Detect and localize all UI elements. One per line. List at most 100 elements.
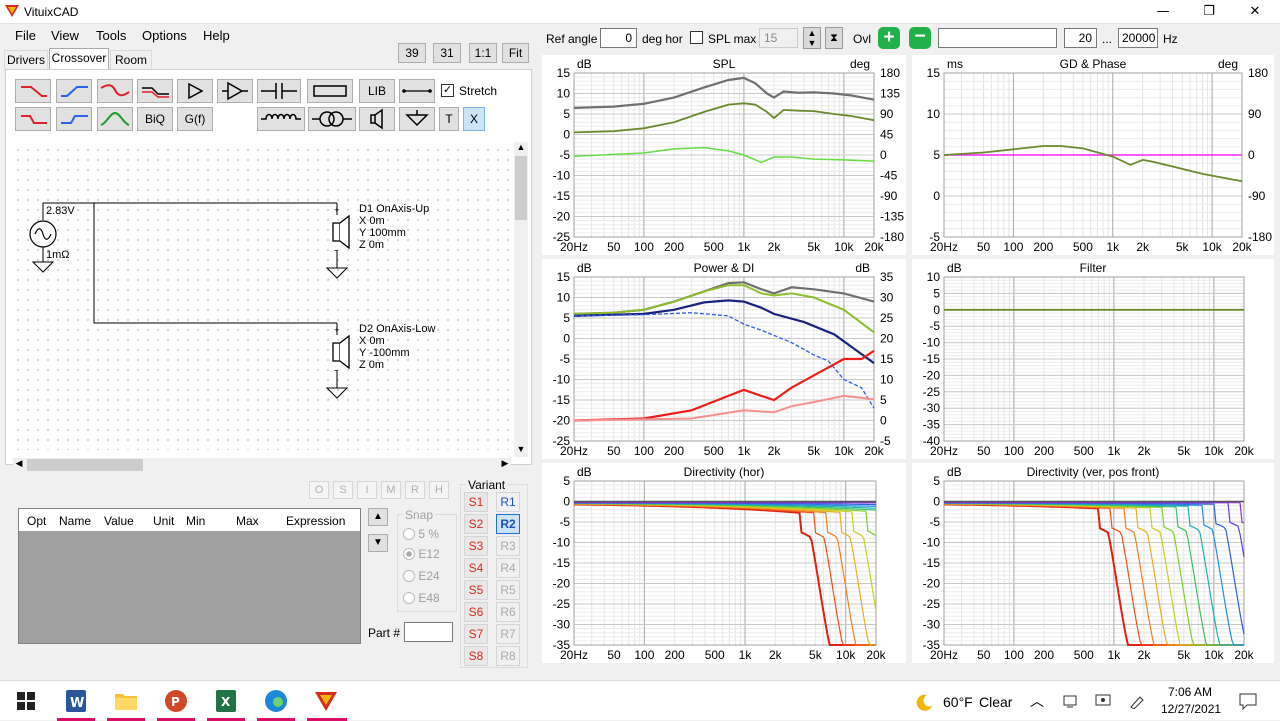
part-number-input[interactable]	[404, 622, 453, 642]
windows-start-icon[interactable]	[12, 687, 40, 715]
col-value[interactable]: Value	[104, 514, 134, 528]
variant-s1-button[interactable]: S1	[464, 492, 488, 512]
variant-s8-button[interactable]: S8	[464, 646, 488, 666]
dirh-y-tick-label: 0	[563, 495, 570, 509]
snap-option-e48[interactable]: E48	[403, 591, 440, 605]
power-y2-tick-label: 25	[880, 311, 894, 325]
spl-chart-svg: 151050-5-10-15-20-2518013590450-45-90-13…	[553, 57, 905, 254]
vscroll-thumb[interactable]	[515, 156, 527, 220]
power-y-tick-label: -5	[559, 352, 570, 366]
variant-s5-button[interactable]: S5	[464, 580, 488, 600]
parameter-table[interactable]: Opt Name Value Unit Min Max Expression	[18, 508, 361, 644]
overlay-add-button[interactable]: +	[878, 27, 900, 49]
variant-r2-button[interactable]: R2	[496, 514, 520, 534]
variant-s4-button[interactable]: S4	[464, 558, 488, 578]
moon-weather-icon[interactable]	[916, 693, 934, 711]
variant-r4-button[interactable]: R4	[496, 558, 520, 578]
gd-y-tick-label: 0	[933, 189, 940, 203]
move-up-button[interactable]: ▲	[368, 508, 388, 526]
schematic-vertical-scrollbar[interactable]: ▲ ▼	[514, 142, 528, 457]
snap-option-e12[interactable]: E12	[403, 547, 440, 561]
variant-r6-button[interactable]: R6	[496, 602, 520, 622]
file-explorer-icon[interactable]	[112, 687, 140, 715]
state-h-button[interactable]: H	[429, 481, 449, 499]
scroll-right-icon[interactable]: ▶	[499, 458, 511, 472]
snap-label: Snap	[403, 508, 436, 522]
gd-y-tick-label: 15	[927, 66, 941, 80]
directivity-hor-chart-panel[interactable]: 5 0 -5 -10 -15 -20 -25 -30 -35 20Hz 50 100 200 500 1k 2…	[542, 463, 906, 663]
variant-s7-button[interactable]: S7	[464, 624, 488, 644]
variant-r3-button[interactable]: R3	[496, 536, 520, 556]
overlay-name-input[interactable]	[938, 28, 1057, 48]
driver2-speaker-icon[interactable]	[329, 333, 355, 373]
minimize-button[interactable]: —	[1140, 0, 1186, 24]
col-min[interactable]: Min	[186, 514, 205, 528]
filter-chart-panel[interactable]: 10 5 0 -5 -10 -15 -20 -25 -30 -35 -40 20Hz 50 100 200 5…	[912, 259, 1274, 459]
state-s-button[interactable]: S	[333, 481, 353, 499]
restore-button[interactable]: ❐	[1186, 0, 1232, 24]
col-opt[interactable]: Opt	[27, 514, 46, 528]
weather-condition[interactable]: Clear	[979, 694, 1012, 710]
spl-max-input[interactable]: 15	[759, 28, 798, 48]
col-expression[interactable]: Expression	[286, 514, 345, 528]
move-down-button[interactable]: ▼	[368, 534, 388, 552]
snap-option-5pct[interactable]: 5 %	[403, 527, 439, 541]
col-unit[interactable]: Unit	[153, 514, 174, 528]
weather-temperature[interactable]: 60°F	[943, 694, 973, 710]
col-name[interactable]: Name	[59, 514, 91, 528]
state-o-button[interactable]: O	[309, 481, 329, 499]
scroll-down-icon[interactable]: ▼	[514, 444, 528, 456]
state-r-button[interactable]: R	[405, 481, 425, 499]
freq-min-input[interactable]: 20	[1064, 28, 1097, 48]
ref-angle-input[interactable]: 0	[600, 28, 637, 48]
spl-max-auto-button[interactable]: ⧗	[825, 27, 843, 49]
variant-s6-button[interactable]: S6	[464, 602, 488, 622]
gd-right-unit: deg	[1218, 57, 1238, 71]
variant-r8-button[interactable]: R8	[496, 646, 520, 666]
tray-chevron-up-icon[interactable]: ︿	[1030, 691, 1044, 711]
clock-time[interactable]: 7:06 AM	[1168, 685, 1212, 699]
close-button[interactable]: ✕	[1232, 0, 1278, 24]
pen-icon[interactable]	[1128, 693, 1146, 709]
word-icon[interactable]: W	[62, 687, 90, 715]
directivity-ver-chart-panel[interactable]: 5 0 -5 -10 -15 -20 -25 -30 -35 20Hz 50 100 200 500 1k 2…	[912, 463, 1274, 663]
variant-r1-button[interactable]: R1	[496, 492, 520, 512]
edge-browser-icon[interactable]	[262, 687, 290, 715]
variant-r7-button[interactable]: R7	[496, 624, 520, 644]
state-i-button[interactable]: I	[357, 481, 377, 499]
display-icon[interactable]	[1094, 693, 1112, 709]
gd-phase-chart-panel[interactable]: 15 10 5 0 -5 180 90 0 -90 -180 deg 20Hz 50 100 200 500 1…	[912, 55, 1274, 255]
overlay-remove-button[interactable]: −	[909, 27, 931, 49]
powerpoint-icon[interactable]: P	[162, 687, 190, 715]
driver2-label[interactable]: D2 OnAxis-Low X 0m Y -100mm Z 0m	[359, 323, 435, 371]
spl-y-tick-label: -15	[553, 189, 571, 203]
notifications-icon[interactable]	[1238, 692, 1258, 710]
scroll-left-icon[interactable]: ◀	[13, 458, 25, 472]
excel-icon[interactable]: X	[212, 687, 240, 715]
variant-s2-button[interactable]: S2	[464, 514, 488, 534]
gd-x-tick-label: 20k	[1232, 240, 1252, 254]
filter-chart-svg: 1050-5-10-15-20-25-30-35-4020Hz 50 100 200 5…	[923, 261, 1255, 458]
voltage-source-icon[interactable]	[25, 218, 61, 250]
schematic-horizontal-scrollbar[interactable]: ◀ ▶	[13, 458, 511, 472]
scroll-up-icon[interactable]: ▲	[514, 142, 528, 154]
col-max[interactable]: Max	[236, 514, 259, 528]
driver1-label[interactable]: D1 OnAxis-Up X 0m Y 100mm Z 0m	[359, 203, 429, 251]
vituixcad-taskbar-icon[interactable]	[312, 687, 340, 715]
spl-max-checkbox[interactable]	[690, 31, 703, 44]
driver1-plus: +	[334, 205, 340, 215]
network-icon[interactable]	[1062, 693, 1078, 709]
state-m-button[interactable]: M	[381, 481, 401, 499]
spl-chart-panel[interactable]: 15 10 5 0 -5 -10 -15 -20 -25 180 135 90 45 0 -45 -90 -13…	[542, 55, 906, 255]
hscroll-thumb[interactable]	[27, 459, 143, 471]
dirv-angle-curve	[944, 502, 1245, 635]
power-di-chart-panel[interactable]: 15 10 5 0 -5 -10 -15 -20 -25 35 30 25 20 15 10 5 0 -5 dB 20…	[542, 259, 906, 459]
freq-max-input[interactable]: 20000	[1118, 28, 1158, 48]
variant-s3-button[interactable]: S3	[464, 536, 488, 556]
variant-r5-button[interactable]: R5	[496, 580, 520, 600]
clock-date[interactable]: 12/27/2021	[1161, 702, 1221, 716]
spl-max-stepper[interactable]: ▲ ▼	[803, 27, 821, 49]
snap-option-e24[interactable]: E24	[403, 569, 440, 583]
dirh-x-tick-label: 20k	[866, 648, 886, 662]
driver1-speaker-icon[interactable]	[329, 213, 355, 253]
